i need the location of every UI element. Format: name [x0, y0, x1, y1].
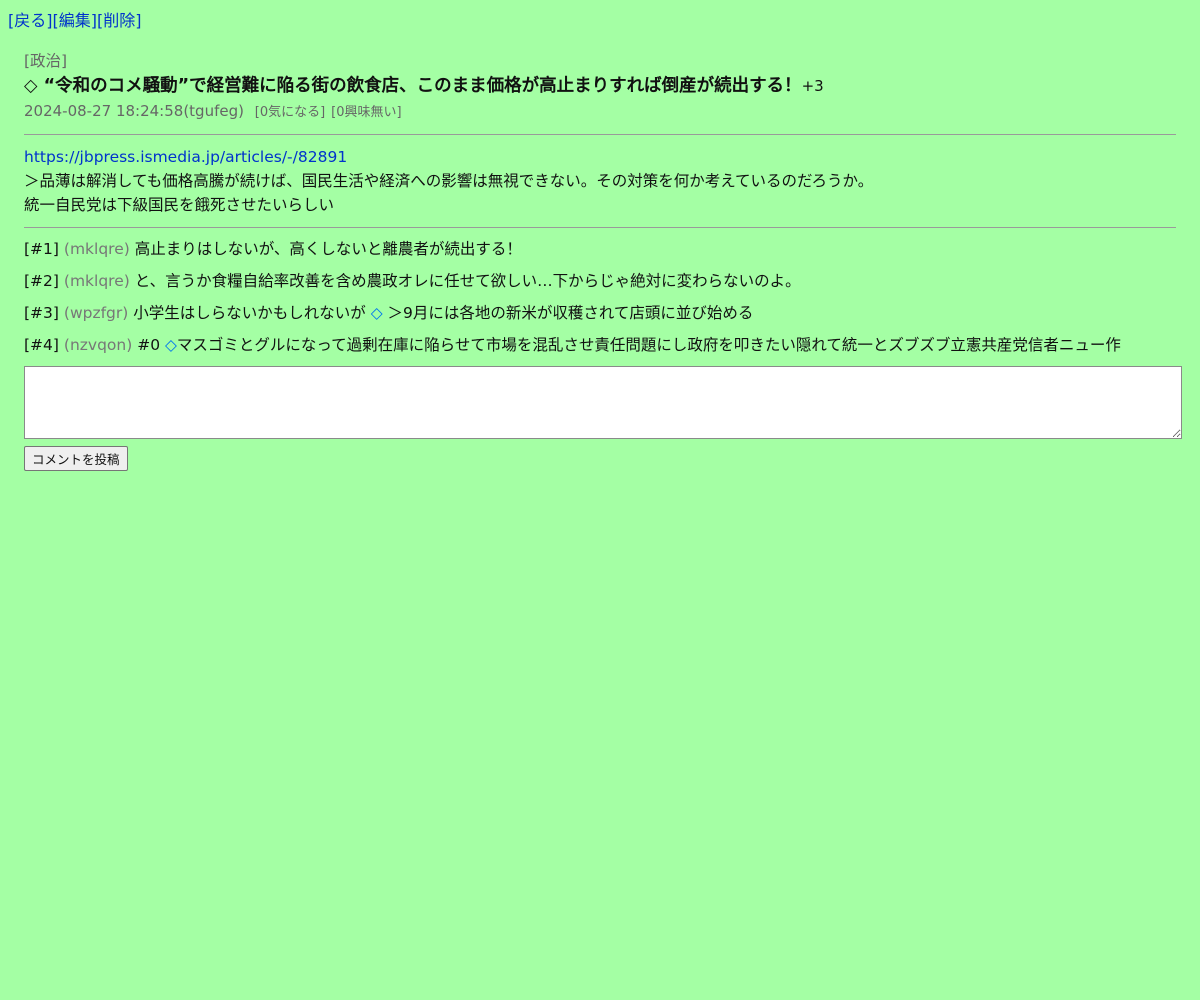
comment-text: マスゴミとグルになって過剰在庫に陥らせて市場を混乱させ責任問題にし政府を叩きたい…: [176, 336, 1121, 354]
comment-item: [#2] (mklqre) と、言うか食糧自給率改善を含め農政オレに任せて欲しい…: [24, 270, 1176, 292]
comment-prefix: 小学生はしらないかもしれないが: [133, 304, 371, 322]
post-category: [政治]: [24, 52, 68, 70]
comment-textarea[interactable]: [24, 366, 1182, 439]
divider-bottom: [24, 227, 1176, 228]
delete-link[interactable]: [削除]: [97, 11, 142, 30]
post-note: 統一自民党は下級国民を餓死させたいらしい: [24, 196, 335, 214]
divider-top: [24, 134, 1176, 135]
top-nav: [戻る][編集][削除]: [8, 10, 142, 32]
comment-number: [#4]: [24, 336, 59, 354]
comment-prefix: #0: [137, 336, 165, 354]
post-datetime: 2024-08-27 18:24:58: [24, 102, 184, 120]
reply-diamond-icon[interactable]: ◇: [165, 336, 177, 354]
comment-list: [#1] (mklqre) 高止まりはしないが、高くしないと離農者が続出する！ …: [24, 238, 1176, 356]
post-quote: ＞品薄は解消しても価格高騰が続けば、国民生活や経済への影響は無視できない。その対…: [24, 172, 874, 190]
post-title-text: “令和のコメ騒動”で経営難に陥る街の飲食店、このまま価格が高止まりすれば倒産が続…: [43, 76, 802, 96]
comment-item: [#4] (nzvqon) #0 ◇マスゴミとグルになって過剰在庫に陥らせて市場…: [24, 334, 1176, 356]
post-author: (tgufeg): [183, 102, 244, 120]
comment-number: [#1]: [24, 240, 59, 258]
interest-button[interactable]: [0気になる]: [255, 105, 325, 120]
comment-item: [#3] (wpzfgr) 小学生はしらないかもしれないが ◇ ＞9月には各地の…: [24, 302, 1176, 324]
post-container: [政治] ◇ “令和のコメ騒動”で経営難に陥る街の飲食店、このまま価格が高止まり…: [24, 50, 1182, 471]
comment-text: と、言うか食糧自給率改善を含め農政オレに任せて欲しい…下からじゃ絶対に変わらない…: [134, 272, 801, 290]
comment-user-id: (wpzfgr): [63, 304, 129, 322]
comment-text: ＞9月には各地の新米が収穫されて店頭に並び始める: [382, 304, 754, 322]
no-interest-button[interactable]: [0興味無い]: [331, 105, 401, 120]
post-score: +3: [801, 77, 824, 95]
comment-user-id: (mklqre): [63, 240, 130, 258]
edit-link[interactable]: [編集]: [53, 11, 98, 30]
title-diamond-icon: ◇: [24, 76, 38, 96]
back-link[interactable]: [戻る]: [8, 11, 53, 30]
post-meta: 2024-08-27 18:24:58(tgufeg) [0気になる] [0興味無…: [24, 100, 1176, 124]
comment-user-id: (mklqre): [63, 272, 130, 290]
article-link[interactable]: https://jbpress.ismedia.jp/articles/-/82…: [24, 148, 347, 166]
post-comment-button[interactable]: コメントを投稿: [24, 446, 128, 471]
comment-number: [#2]: [24, 272, 59, 290]
reply-diamond-icon[interactable]: ◇: [371, 304, 383, 322]
post-title: ◇ “令和のコメ騒動”で経営難に陥る街の飲食店、このまま価格が高止まりすれば倒産…: [24, 73, 1176, 99]
comment-user-id: (nzvqon): [63, 336, 133, 354]
comment-number: [#3]: [24, 304, 59, 322]
comment-text: 高止まりはしないが、高くしないと離農者が続出する！: [134, 240, 522, 258]
comment-item: [#1] (mklqre) 高止まりはしないが、高くしないと離農者が続出する！: [24, 238, 1176, 260]
